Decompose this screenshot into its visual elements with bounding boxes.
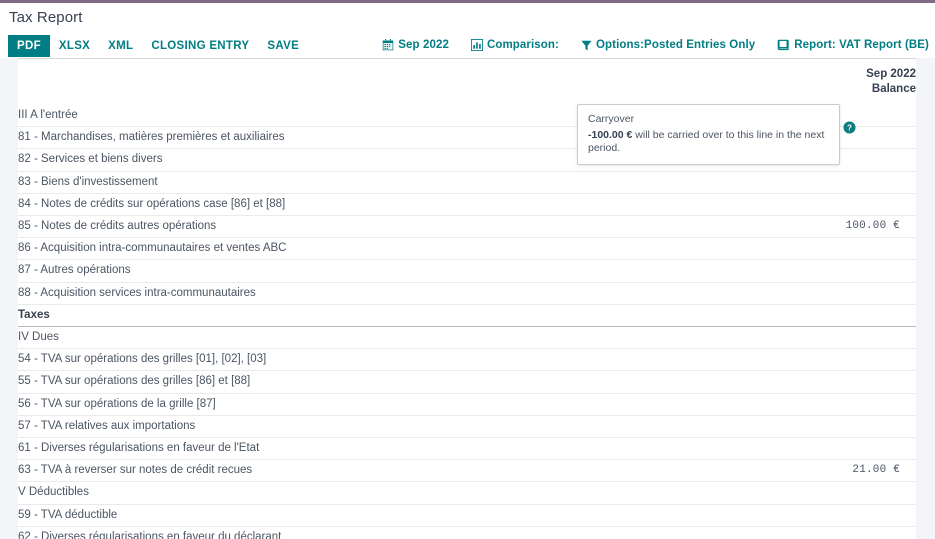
row-balance-value [798, 282, 916, 304]
table-row[interactable]: 86 - Acquisition intra-communautaires et… [18, 238, 916, 260]
table-row[interactable]: 85 - Notes de crédits autres opérations1… [18, 216, 916, 238]
table-row[interactable]: 62 - Diverses régularisations en faveur … [18, 526, 916, 539]
report-filter-toolbar: Sep 2022 Comparison: [382, 39, 929, 51]
row-label: 61 - Diverses régularisations en faveur … [18, 438, 798, 460]
control-panel: Tax Report PDF XLSX XML CLOSING ENTRY SA… [0, 3, 935, 58]
row-balance-value [798, 349, 916, 371]
row-balance-value [798, 526, 916, 539]
row-label: 56 - TVA sur opérations de la grille [87… [18, 393, 798, 415]
table-body: III A l'entrée81 - Marchandises, matière… [18, 105, 916, 539]
table-row[interactable]: 63 - TVA à reverser sur notes de crédit … [18, 460, 916, 482]
row-balance-value [798, 482, 916, 504]
row-balance-value [798, 193, 916, 215]
table-row[interactable]: 59 - TVA déductible [18, 504, 916, 526]
row-balance-value [798, 504, 916, 526]
row-label: 59 - TVA déductible [18, 504, 798, 526]
table-row[interactable]: 54 - TVA sur opérations des grilles [01]… [18, 349, 916, 371]
row-label: 57 - TVA relatives aux importations [18, 415, 798, 437]
row-label: V Déductibles [18, 482, 798, 504]
export-pdf-button[interactable]: PDF [8, 35, 50, 57]
comparison-filter[interactable]: Comparison: [471, 39, 559, 51]
carryover-amount: -100.00 € [588, 129, 632, 141]
bar-chart-icon [471, 39, 483, 51]
calendar-icon [382, 39, 394, 51]
row-label: IV Dues [18, 327, 798, 349]
row-balance-value [798, 393, 916, 415]
date-filter[interactable]: Sep 2022 [382, 39, 449, 51]
table-row[interactable]: 84 - Notes de crédits sur opérations cas… [18, 193, 916, 215]
table-row[interactable]: 88 - Acquisition services intra-communau… [18, 282, 916, 304]
row-label: 63 - TVA à reverser sur notes de crédit … [18, 460, 798, 482]
question-circle-icon[interactable]: ? [843, 121, 856, 134]
row-balance-value [798, 260, 916, 282]
options-filter[interactable]: Options:Posted Entries Only [581, 39, 755, 51]
row-balance-value [798, 327, 916, 349]
carryover-tooltip-title: Carryover [588, 113, 829, 125]
row-balance-value [798, 415, 916, 437]
book-icon [777, 39, 790, 51]
row-label: 83 - Biens d'investissement [18, 171, 798, 193]
report-selector-label: Report: VAT Report (BE) [794, 39, 929, 51]
table-row[interactable]: 56 - TVA sur opérations de la grille [87… [18, 393, 916, 415]
column-header-period: Sep 2022 [866, 68, 916, 80]
column-header-label [18, 59, 798, 105]
export-xlsx-button[interactable]: XLSX [50, 35, 99, 57]
comparison-filter-label: Comparison: [487, 39, 559, 51]
row-balance-value [798, 171, 916, 193]
row-balance-value [798, 438, 916, 460]
action-button-row: PDF XLSX XML CLOSING ENTRY SAVE [8, 35, 308, 57]
column-header-balance: Sep 2022 Balance [798, 59, 916, 105]
carryover-tooltip: Carryover -100.00 € will be carried over… [577, 104, 840, 165]
table-head: Sep 2022 Balance [18, 59, 916, 105]
report-selector[interactable]: Report: VAT Report (BE) [777, 39, 929, 51]
table-row[interactable]: 57 - TVA relatives aux importations [18, 415, 916, 437]
export-xml-button[interactable]: XML [99, 35, 142, 57]
row-label: 88 - Acquisition services intra-communau… [18, 282, 798, 304]
carryover-tooltip-body: -100.00 € will be carried over to this l… [588, 129, 829, 155]
row-label: 86 - Acquisition intra-communautaires et… [18, 238, 798, 260]
save-button[interactable]: SAVE [258, 35, 308, 57]
date-filter-label: Sep 2022 [398, 39, 449, 51]
column-header-balance-label: Balance [872, 83, 916, 95]
svg-text:?: ? [847, 123, 852, 132]
table-row[interactable]: 83 - Biens d'investissement [18, 171, 916, 193]
closing-entry-button[interactable]: CLOSING ENTRY [142, 35, 258, 57]
table-row[interactable]: 61 - Diverses régularisations en faveur … [18, 438, 916, 460]
filter-icon [581, 40, 592, 51]
row-balance-value [798, 371, 916, 393]
row-balance-value [798, 238, 916, 260]
table-row[interactable]: 55 - TVA sur opérations des grilles [86]… [18, 371, 916, 393]
row-label: 62 - Diverses régularisations en faveur … [18, 526, 798, 539]
row-balance-value: 100.00 € [798, 216, 916, 238]
table-row[interactable]: IV Dues [18, 327, 916, 349]
options-filter-label: Options:Posted Entries Only [596, 39, 755, 51]
row-balance-value: 21.00 € [798, 460, 916, 482]
row-balance-value [798, 304, 916, 326]
table-header-row: Sep 2022 Balance [18, 59, 916, 105]
row-label: 55 - TVA sur opérations des grilles [86]… [18, 371, 798, 393]
row-label: Taxes [18, 304, 798, 326]
row-label: 87 - Autres opérations [18, 260, 798, 282]
row-label: 84 - Notes de crédits sur opérations cas… [18, 193, 798, 215]
table-row[interactable]: 87 - Autres opérations [18, 260, 916, 282]
row-label: 54 - TVA sur opérations des grilles [01]… [18, 349, 798, 371]
row-label: 85 - Notes de crédits autres opérations [18, 216, 798, 238]
tax-report-page: Tax Report PDF XLSX XML CLOSING ENTRY SA… [0, 0, 935, 539]
breadcrumb[interactable]: Tax Report [9, 9, 83, 26]
table-row[interactable]: Taxes [18, 304, 916, 326]
table-row[interactable]: V Déductibles [18, 482, 916, 504]
